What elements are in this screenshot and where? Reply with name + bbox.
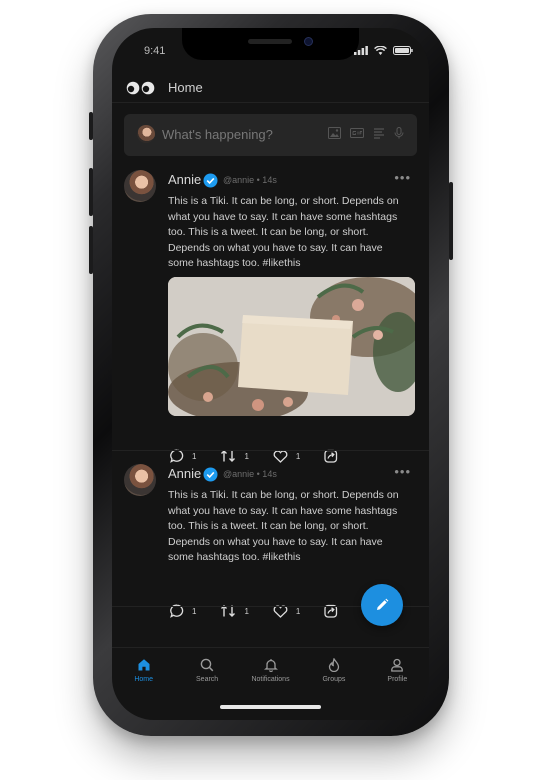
reply-icon bbox=[170, 449, 184, 463]
phone-power-button bbox=[449, 182, 453, 260]
share-icon bbox=[324, 449, 338, 463]
tab-groups[interactable]: Groups bbox=[302, 648, 365, 692]
reply-count: 1 bbox=[192, 606, 197, 616]
home-icon bbox=[138, 659, 150, 671]
retweet-icon bbox=[221, 450, 236, 462]
tweet-meta: @annie • 14s bbox=[223, 175, 277, 185]
pencil-icon bbox=[377, 598, 389, 610]
reply-count: 1 bbox=[192, 451, 197, 461]
compose-tools bbox=[328, 127, 404, 139]
tab-search[interactable]: Search bbox=[175, 648, 238, 692]
heart-icon bbox=[273, 450, 288, 463]
phone-volume-up bbox=[89, 168, 93, 216]
tab-notifications[interactable]: Notifications bbox=[239, 648, 302, 692]
compose-box[interactable]: What's happening? bbox=[124, 114, 417, 156]
tweet-card[interactable]: Annie @annie • 14s ••• This is a Tiki. I… bbox=[112, 170, 429, 463]
notch bbox=[182, 28, 359, 60]
app-logo-icon bbox=[126, 81, 155, 95]
header-divider bbox=[112, 102, 429, 103]
wifi-icon bbox=[374, 46, 387, 55]
phone-mute-switch bbox=[89, 112, 93, 140]
tweet-author-name[interactable]: Annie bbox=[168, 466, 201, 481]
tweet-image[interactable] bbox=[168, 277, 415, 416]
compose-fab-button[interactable] bbox=[361, 584, 403, 626]
bell-icon bbox=[263, 659, 278, 672]
tab-label: Search bbox=[196, 676, 219, 683]
tab-label: Groups bbox=[322, 676, 346, 683]
avatar[interactable] bbox=[124, 170, 156, 202]
tweet-divider bbox=[112, 450, 429, 451]
tweet-actions: 1 1 1 bbox=[170, 449, 362, 463]
search-icon bbox=[200, 658, 214, 672]
tab-home[interactable]: Home bbox=[112, 648, 175, 692]
tweet-text: This is a Tiki. It can be long, or short… bbox=[168, 489, 399, 563]
phone-volume-down bbox=[89, 226, 93, 274]
avatar[interactable] bbox=[124, 464, 156, 496]
tab-label: Notifications bbox=[251, 676, 290, 683]
like-action[interactable]: 1 bbox=[273, 450, 300, 463]
signal-icon bbox=[354, 46, 368, 55]
battery-icon bbox=[393, 46, 413, 55]
tab-profile[interactable]: Profile bbox=[366, 648, 429, 692]
page-title: Home bbox=[168, 80, 203, 95]
like-count: 1 bbox=[295, 451, 301, 461]
app-screen: 9:41 Home What's happening? Annie @annie… bbox=[112, 28, 429, 720]
bottom-tab-bar: Home Search Notifications Groups Profile bbox=[112, 648, 429, 692]
verified-badge-icon bbox=[203, 173, 218, 188]
tweet-text: This is a Tiki. It can be long, or short… bbox=[168, 195, 399, 269]
status-icons bbox=[354, 46, 413, 55]
user-icon bbox=[391, 658, 404, 672]
home-indicator[interactable] bbox=[220, 705, 321, 709]
share-action[interactable] bbox=[324, 449, 338, 463]
image-icon[interactable] bbox=[328, 127, 341, 139]
app-header: Home bbox=[112, 75, 429, 103]
more-options-icon[interactable]: ••• bbox=[394, 170, 411, 185]
speaker bbox=[248, 39, 292, 44]
tab-label: Home bbox=[134, 676, 154, 683]
microphone-icon[interactable] bbox=[394, 127, 404, 139]
front-camera bbox=[304, 37, 313, 46]
poll-icon[interactable] bbox=[373, 127, 385, 139]
tweet-photo bbox=[168, 277, 415, 416]
tweet-meta: @annie • 14s bbox=[223, 469, 277, 479]
verified-badge-icon bbox=[203, 467, 218, 482]
retweet-count: 1 bbox=[244, 451, 249, 461]
tweet-author-name[interactable]: Annie bbox=[168, 172, 201, 187]
reply-action[interactable]: 1 bbox=[170, 449, 196, 463]
retweet-count: 1 bbox=[244, 606, 249, 616]
more-options-icon[interactable]: ••• bbox=[394, 464, 411, 479]
tab-label: Profile bbox=[387, 676, 408, 683]
gif-icon[interactable] bbox=[350, 127, 364, 139]
compose-placeholder[interactable]: What's happening? bbox=[162, 127, 273, 142]
flame-icon bbox=[328, 658, 340, 672]
composer-avatar bbox=[137, 125, 155, 143]
retweet-action[interactable]: 1 bbox=[220, 449, 249, 463]
like-count: 1 bbox=[295, 606, 301, 616]
status-time: 9:41 bbox=[144, 45, 166, 57]
